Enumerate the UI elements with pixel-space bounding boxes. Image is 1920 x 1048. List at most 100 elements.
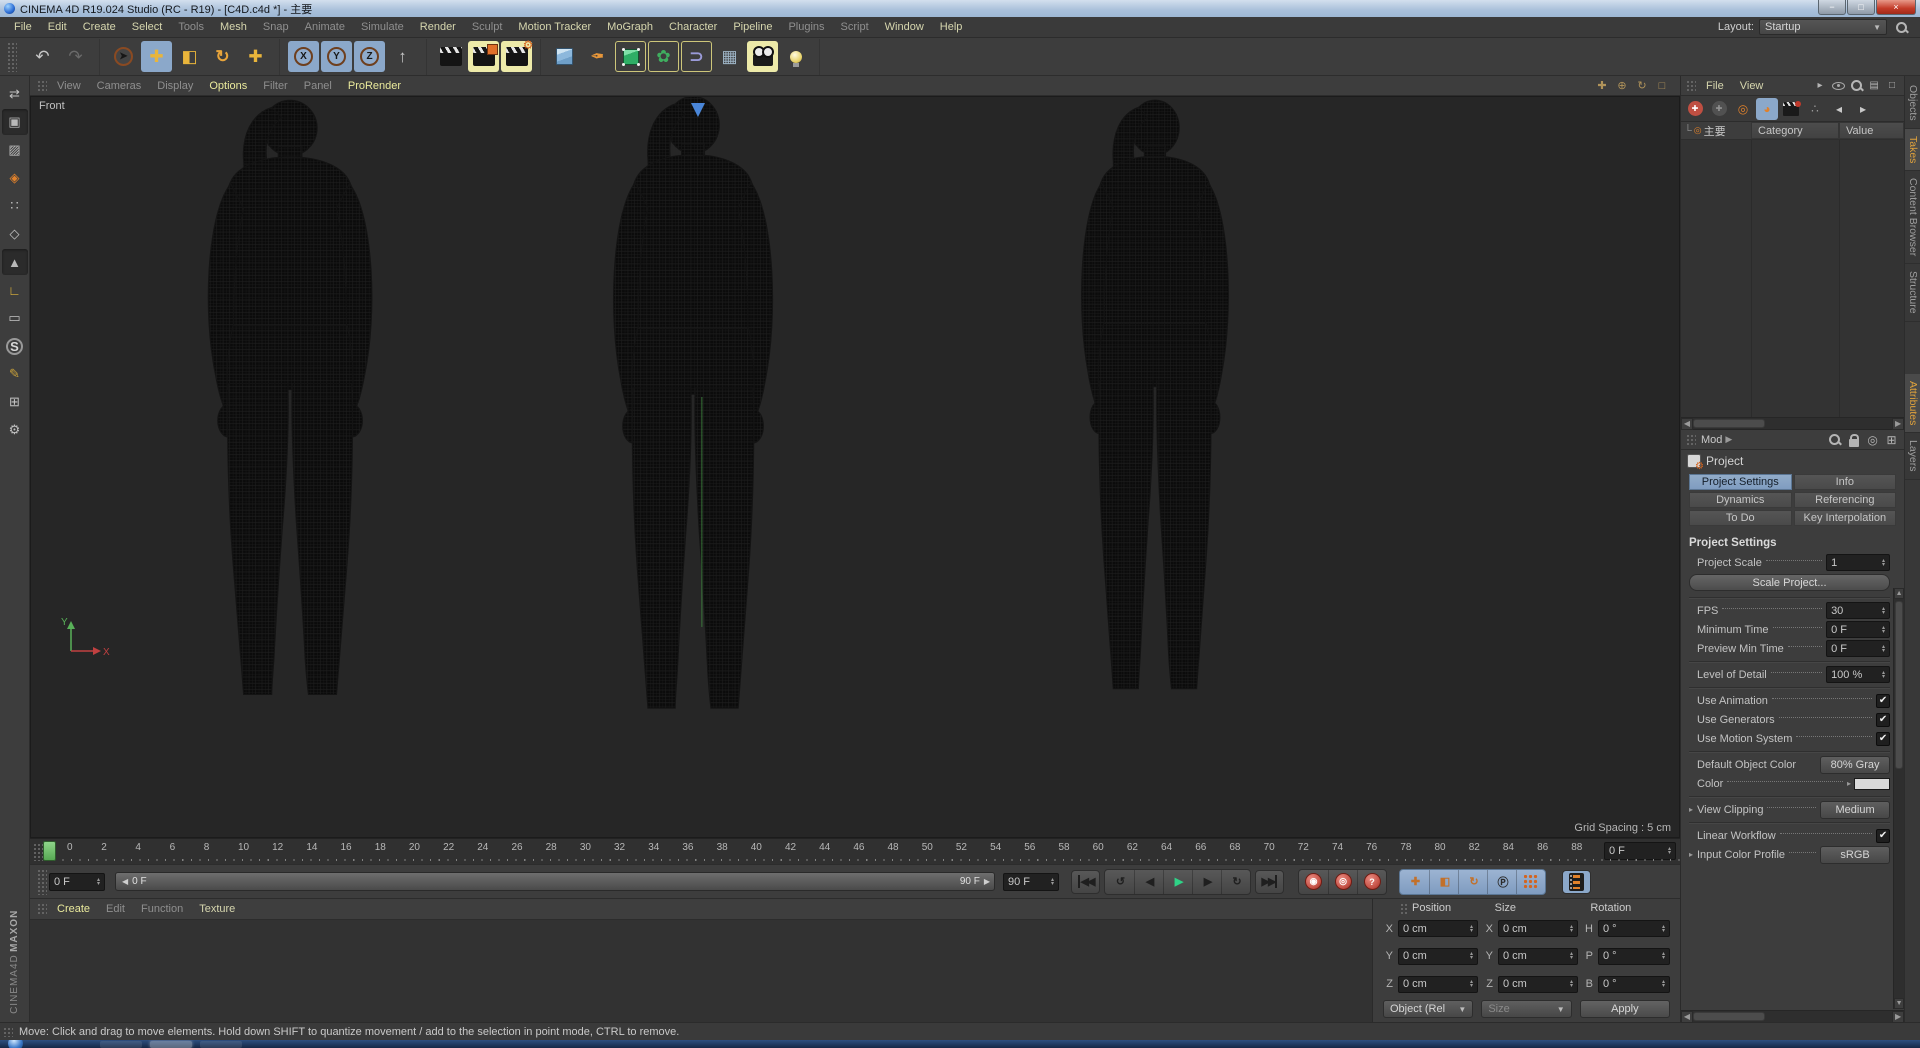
frame-range-slider[interactable]: ◀ 0 F 90 F ▶: [115, 872, 995, 891]
transport-handle[interactable]: [36, 868, 47, 895]
spinner-icon[interactable]: ▴ ▾: [1662, 951, 1665, 961]
toolbar-handle[interactable]: [6, 41, 17, 72]
viewport-canvas[interactable]: Front Grid Spacing : 5 cm Y X: [30, 96, 1680, 838]
overflow-arrow-icon[interactable]: ▸: [1812, 78, 1828, 94]
taskbar-button[interactable]: [200, 1041, 242, 1048]
rot-h-field[interactable]: 0 ° ▴ ▾: [1598, 920, 1670, 938]
scale-tool[interactable]: ◧: [174, 41, 205, 72]
edges-mode-icon[interactable]: ◇: [2, 221, 28, 247]
end-frame-field[interactable]: 90 F ▴ ▾: [1003, 872, 1059, 891]
ruler-handle[interactable]: [32, 842, 43, 861]
attributes-handle[interactable]: [1685, 433, 1696, 446]
side-tab-takes[interactable]: Takes: [1905, 128, 1920, 172]
minimize-button[interactable]: −: [1818, 0, 1846, 15]
coordinate-system-toggle[interactable]: ↑: [387, 41, 418, 72]
add-child-take-icon[interactable]: ✚: [1708, 98, 1730, 120]
takes-handle[interactable]: [1685, 79, 1696, 92]
default-object-color-dropdown[interactable]: 80% Gray: [1820, 755, 1891, 774]
viewport-menu-filter[interactable]: Filter: [255, 80, 295, 92]
use-generators-checkbox[interactable]: ✔: [1876, 712, 1891, 727]
start-button-icon[interactable]: [8, 1040, 23, 1048]
bend-deformer-button[interactable]: ⊃: [681, 41, 712, 72]
scroll-right-icon[interactable]: ▶: [1892, 417, 1905, 430]
model-figure[interactable]: [207, 99, 373, 696]
attributes-horizontal-scrollbar[interactable]: ◀ ▶: [1681, 1010, 1905, 1023]
timeline-layout-button[interactable]: [1562, 869, 1591, 894]
next-frame-button[interactable]: ▶: [1192, 869, 1221, 894]
key-parameter-toggle[interactable]: Ⓟ: [1487, 869, 1516, 894]
material-list-area[interactable]: [30, 920, 1372, 1022]
menu-select[interactable]: Select: [124, 21, 171, 33]
override-mode-icon[interactable]: ◕: [1756, 97, 1778, 120]
use-motion-system-checkbox[interactable]: ✔: [1876, 731, 1891, 746]
timeline-ruler[interactable]: 0 2 4 6 8 10 12 14 16 18 20 22 24 26 28 30 32 34 36 38 40 42 4…: [30, 838, 1680, 864]
environment-button[interactable]: ▦: [714, 41, 745, 72]
search-icon[interactable]: [1848, 78, 1864, 94]
material-menu-function[interactable]: Function: [133, 903, 191, 915]
redo-icon[interactable]: ↷: [60, 41, 91, 72]
apply-button[interactable]: Apply: [1579, 1000, 1670, 1018]
menu-window[interactable]: Window: [877, 21, 932, 33]
paint-tool-icon[interactable]: ✎: [2, 361, 28, 387]
spinner-icon[interactable]: ▴ ▾: [1882, 644, 1885, 654]
add-panel-icon[interactable]: ⊞: [1883, 431, 1900, 448]
panel-view-icon[interactable]: □: [1884, 78, 1900, 94]
current-frame-field[interactable]: 0 F ▴ ▾: [1604, 842, 1676, 860]
render-marked-takes-icon[interactable]: [1780, 98, 1802, 120]
linear-workflow-checkbox[interactable]: ✔: [1876, 828, 1891, 843]
scrollbar-thumb[interactable]: [1895, 601, 1904, 769]
toggle-view-icon[interactable]: □: [1654, 78, 1670, 94]
viewport-menu-prorender[interactable]: ProRender: [340, 80, 409, 92]
viewport-menu-handle[interactable]: [36, 79, 47, 92]
key-position-toggle[interactable]: ✚: [1400, 870, 1429, 894]
menu-file[interactable]: File: [6, 21, 40, 33]
scrollbar-thumb[interactable]: [1693, 419, 1765, 428]
key-pla-toggle[interactable]: [1516, 869, 1545, 894]
snap-toggle-icon[interactable]: S: [2, 333, 28, 359]
gear-icon[interactable]: ⚙: [2, 417, 28, 443]
status-handle[interactable]: [2, 1026, 13, 1037]
column-header-category[interactable]: Category: [1751, 122, 1839, 139]
side-tab-objects[interactable]: Objects: [1905, 78, 1920, 129]
goto-end-button[interactable]: ▶▶: [1255, 869, 1284, 894]
auto-take-icon[interactable]: ◎: [1732, 98, 1754, 120]
title-bar[interactable]: CINEMA 4D R19.024 Studio (RC - R19) - [C…: [0, 0, 1920, 17]
spinner-icon[interactable]: ▴ ▾: [1051, 877, 1054, 887]
menu-plugins[interactable]: Plugins: [780, 21, 832, 33]
menu-mesh[interactable]: Mesh: [212, 21, 255, 33]
taskbar-button[interactable]: [100, 1041, 142, 1048]
tab-referencing[interactable]: Referencing: [1793, 492, 1897, 508]
live-selection-tool[interactable]: ➤: [108, 41, 139, 72]
side-tab-structure[interactable]: Structure: [1905, 264, 1920, 322]
key-scale-toggle[interactable]: ◧: [1429, 869, 1458, 894]
spinner-icon[interactable]: ▴ ▾: [1570, 979, 1573, 989]
viewport-menu-options[interactable]: Options: [201, 80, 255, 92]
tab-key-interpolation[interactable]: Key Interpolation: [1793, 510, 1897, 526]
column-header-value[interactable]: Value: [1839, 122, 1905, 139]
take-filter-icon[interactable]: ∴: [1804, 98, 1826, 120]
undo-icon[interactable]: ↶: [27, 41, 58, 72]
key-rotation-toggle[interactable]: ↻: [1458, 869, 1487, 894]
size-y-field[interactable]: 0 cm ▴ ▾: [1498, 947, 1578, 965]
spinner-icon[interactable]: ▴ ▾: [97, 877, 100, 887]
spinner-icon[interactable]: ▴ ▾: [1882, 558, 1885, 568]
search-icon[interactable]: [1895, 21, 1908, 34]
side-tab-layers[interactable]: Layers: [1905, 433, 1920, 480]
subdivision-surface-button[interactable]: [615, 41, 646, 72]
points-mode-icon[interactable]: ∷: [2, 193, 28, 219]
material-menu-texture[interactable]: Texture: [191, 903, 243, 915]
tab-to-do[interactable]: To Do: [1689, 510, 1792, 526]
scale-project-button[interactable]: Scale Project...: [1689, 574, 1891, 591]
tab-project-settings[interactable]: Project Settings: [1689, 474, 1792, 490]
scroll-down-icon[interactable]: ▼: [1894, 998, 1905, 1009]
menu-pipeline[interactable]: Pipeline: [725, 21, 780, 33]
polygons-mode-icon[interactable]: ▲: [1, 249, 28, 275]
axis-mode-icon[interactable]: ∟: [2, 277, 28, 303]
view-clipping-dropdown[interactable]: Medium: [1820, 800, 1891, 819]
menu-edit[interactable]: Edit: [40, 21, 75, 33]
material-manager-handle[interactable]: [36, 902, 47, 916]
lock-z-axis-toggle[interactable]: Z: [354, 41, 385, 72]
scroll-left-icon[interactable]: ◀: [1681, 417, 1693, 430]
close-button[interactable]: ×: [1876, 0, 1916, 15]
goto-start-button[interactable]: ◀◀: [1071, 869, 1100, 894]
